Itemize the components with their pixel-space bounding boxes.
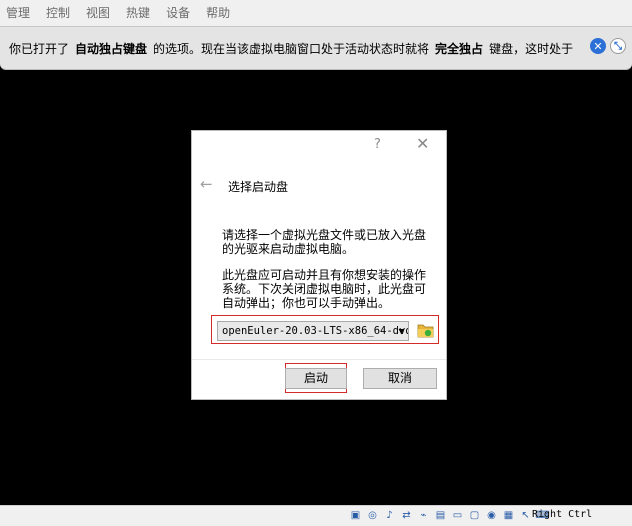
notice-bold-2: 完全独占 (435, 41, 484, 56)
menu-item-hotkeys[interactable]: 热键 (126, 0, 150, 26)
dialog-description-1: 请选择一个虚拟光盘文件或已放入光盘的光驱来启动虚拟电脑。 (222, 228, 427, 256)
recording-icon[interactable]: ◉ (484, 508, 499, 523)
arrow-left-icon[interactable]: ← (200, 175, 213, 193)
usb-icon[interactable]: ⌁ (416, 508, 431, 523)
menu-item-manage[interactable]: 管理 (6, 0, 30, 26)
help-button[interactable]: ? (374, 137, 381, 152)
menu-item-devices[interactable]: 设备 (166, 0, 190, 26)
dialog-description-2: 此光盘应可启动并且有你想安装的操作系统。下次关闭虚拟电脑时，此光盘可自动弹出；你… (222, 268, 427, 310)
menu-item-view[interactable]: 视图 (86, 0, 110, 26)
cancel-button[interactable]: 取消 (363, 368, 437, 389)
mouse-integration-icon[interactable]: ↖ (518, 508, 533, 523)
notice-icons: ✕ ⤡ (586, 38, 626, 54)
select-boot-disk-dialog: ? ✕ ← 选择启动盘 请选择一个虚拟光盘文件或已放入光盘的光驱来启动虚拟电脑。… (191, 130, 447, 400)
mute-notice-icon[interactable]: ⤡ (610, 38, 626, 54)
dialog-title: 选择启动盘 (228, 180, 289, 194)
notice-bold-1: 自动独占键盘 (75, 41, 148, 56)
hard-disk-icon[interactable]: ▣ (348, 508, 363, 523)
boot-disk-value: openEuler-20.03-LTS-x86_64-dvd.iso (222, 325, 408, 337)
audio-icon[interactable]: ♪ (382, 508, 397, 523)
status-icons: ▣ ◎ ♪ ⇄ ⌁ ▤ ▭ ▢ ◉ ▦ ↖ ⌨ (348, 508, 550, 523)
chevron-down-icon: ▼ (398, 327, 404, 337)
close-icon[interactable]: ✕ (416, 134, 429, 153)
shared-folder-icon[interactable]: ▤ (433, 508, 448, 523)
dialog-separator (192, 359, 446, 360)
optical-drive-icon[interactable]: ◎ (365, 508, 380, 523)
host-key-label: Right Ctrl (532, 509, 593, 520)
video-capture-icon[interactable]: ▢ (467, 508, 482, 523)
display-icon[interactable]: ▭ (450, 508, 465, 523)
close-icon[interactable]: ✕ (590, 38, 606, 54)
notice-text-1: 你已打开了 (9, 41, 70, 56)
start-button[interactable]: 启动 (285, 368, 347, 389)
notice-text-2: 的选项。现在当该虚拟电脑窗口处于活动状态时就将 (153, 41, 430, 56)
network-icon[interactable]: ⇄ (399, 508, 414, 523)
cpu-icon[interactable]: ▦ (501, 508, 516, 523)
menu-item-control[interactable]: 控制 (46, 0, 70, 26)
notice-text-3: 键盘，这时处于 (489, 41, 574, 56)
folder-icon[interactable] (417, 322, 434, 338)
boot-disk-select[interactable]: openEuler-20.03-LTS-x86_64-dvd.iso ▼ (217, 321, 409, 341)
keyboard-capture-notice: 你已打开了 自动独占键盘 的选项。现在当该虚拟电脑窗口处于活动状态时就将 完全独… (0, 26, 632, 70)
menu-item-help[interactable]: 帮助 (206, 0, 230, 26)
status-bar: ▣ ◎ ♪ ⇄ ⌁ ▤ ▭ ▢ ◉ ▦ ↖ ⌨ Right Ctrl (0, 505, 632, 526)
menu-bar: 管理 控制 视图 热键 设备 帮助 (0, 0, 632, 26)
